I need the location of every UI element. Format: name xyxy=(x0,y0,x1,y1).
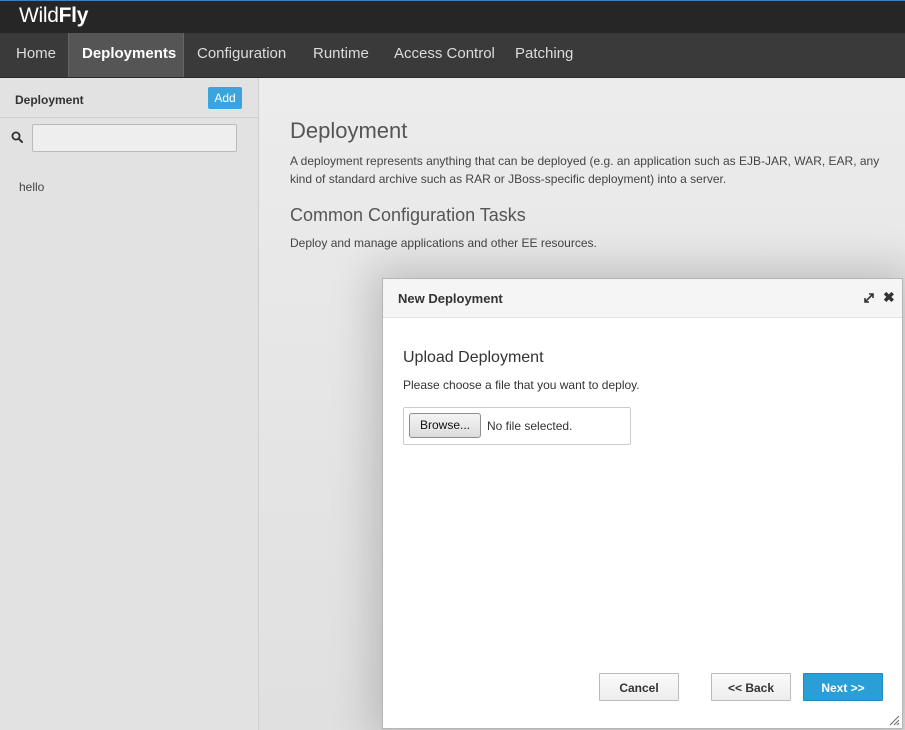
file-chooser: Browse... No file selected. xyxy=(403,407,631,445)
back-button[interactable]: << Back xyxy=(711,673,791,701)
nav-patching[interactable]: Patching xyxy=(502,33,586,77)
page-title: Deployment xyxy=(290,118,408,143)
deployment-sidebar: Deployment Add hello xyxy=(0,78,259,730)
nav-configuration[interactable]: Configuration xyxy=(184,33,299,77)
tasks-description: Deploy and manage applications and other… xyxy=(290,236,597,250)
close-icon[interactable]: ✖ xyxy=(883,290,895,304)
nav-runtime[interactable]: Runtime xyxy=(300,33,382,77)
new-deployment-dialog: New Deployment ✖ Upload Deployment Pleas… xyxy=(382,278,903,729)
deployment-list-item[interactable]: hello xyxy=(19,180,44,194)
page-description: A deployment represents anything that ca… xyxy=(290,154,880,186)
add-deployment-button[interactable]: Add xyxy=(208,87,242,109)
nav-deployments[interactable]: Deployments xyxy=(68,33,184,77)
maximize-icon[interactable] xyxy=(862,291,876,305)
upload-instructions: Please choose a file that you want to de… xyxy=(403,378,640,392)
sidebar-title: Deployment xyxy=(15,93,84,107)
nav-home[interactable]: Home xyxy=(3,33,69,77)
logo-text-fly: Fly xyxy=(58,4,89,27)
cancel-button[interactable]: Cancel xyxy=(599,673,679,701)
dialog-header[interactable]: New Deployment ✖ xyxy=(383,279,902,318)
brand-bar: WildFly xyxy=(0,0,905,33)
deployment-search-input[interactable] xyxy=(32,124,237,152)
search-icon xyxy=(11,131,23,143)
next-button[interactable]: Next >> xyxy=(803,673,883,701)
logo-text-wild: Wild xyxy=(19,4,59,27)
main-navigation: Home Deployments Configuration Runtime A… xyxy=(0,33,905,78)
nav-access-control[interactable]: Access Control xyxy=(381,33,508,77)
file-status-text: No file selected. xyxy=(487,419,573,433)
tasks-heading: Common Configuration Tasks xyxy=(290,205,526,225)
wildfly-logo[interactable]: WildFly xyxy=(19,4,88,28)
sidebar-header: Deployment Add xyxy=(0,78,258,118)
browse-button[interactable]: Browse... xyxy=(409,413,481,438)
dialog-title: New Deployment xyxy=(398,291,503,306)
upload-heading: Upload Deployment xyxy=(403,349,544,366)
resize-handle-icon[interactable] xyxy=(889,715,900,726)
